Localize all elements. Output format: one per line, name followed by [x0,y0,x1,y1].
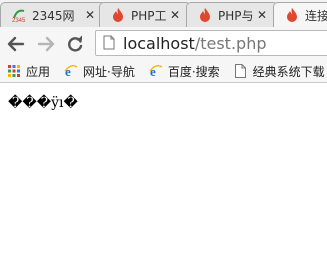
back-button[interactable] [5,33,27,55]
page-content: ���ÿı� [0,83,327,262]
forward-button[interactable] [35,33,57,55]
reload-icon [68,35,83,52]
bookmark-apps[interactable]: 应用 [7,63,50,80]
page-icon [103,35,117,51]
bookmark-baidu[interactable]: e 百度·搜索 [149,63,220,80]
ie-e-icon: e [149,64,163,78]
tab-title: PHP与 [218,8,254,23]
bookmark-nav[interactable]: e 网址·导航 [64,63,135,80]
page-body-text: ���ÿı� [8,95,78,111]
bookmark-label: 应用 [26,64,51,79]
flame-icon [197,7,213,23]
tab-close-button[interactable]: ✕ [83,8,97,22]
bookmark-label: 经典系统下载 [252,64,325,79]
tab-strip: 2345 2345网 ✕ PHP工 ✕ PHP与 ✕ 连接 [0,0,327,27]
url-path: /test.php [194,33,267,53]
ie-e-icon: e [64,64,78,78]
tab-php-1[interactable]: PHP工 ✕ [99,2,191,27]
address-bar[interactable]: localhost/test.php [95,30,327,56]
tab-php-2[interactable]: PHP与 ✕ [186,2,278,27]
flame-icon [284,7,300,23]
back-arrow-icon [7,36,25,52]
apps-grid-icon [7,64,21,78]
tab-title: PHP工 [131,8,167,23]
tab-2345[interactable]: 2345 2345网 ✕ [0,2,106,27]
forward-arrow-icon [37,36,55,52]
bookmarks-bar: 应用 e 网址·导航 e 百度·搜索 经典系统下载 [0,60,327,83]
bookmark-label: 百度·搜索 [167,64,220,79]
tab-title: 连接 [305,8,327,23]
bookmark-label: 网址·导航 [83,64,135,79]
tab-title: 2345网 [32,8,75,23]
flame-icon [110,7,126,23]
reload-button[interactable] [64,33,86,55]
tab-active[interactable]: 连接 [273,2,327,27]
browser-toolbar: localhost/test.php [0,27,327,60]
tab-close-button[interactable]: ✕ [168,8,182,22]
bookmark-download[interactable]: 经典系统下载 [234,63,325,80]
url-host: localhost [123,33,195,53]
tab-close-button[interactable]: ✕ [255,8,269,22]
url-text: localhost/test.php [123,34,266,53]
2345-logo-icon: 2345 [11,7,27,23]
page-icon [234,64,248,78]
svg-text:2345: 2345 [12,18,26,23]
